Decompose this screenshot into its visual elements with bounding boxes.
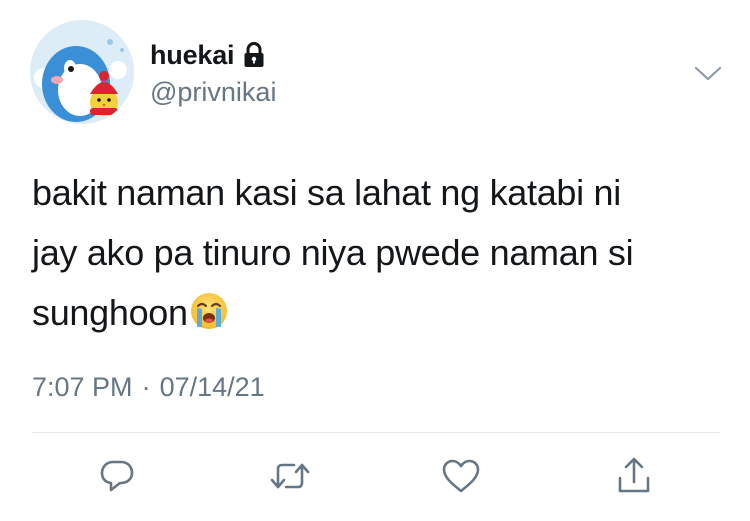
loudly-crying-face-icon	[189, 289, 229, 329]
tweet-date: 07/14/21	[159, 372, 265, 402]
divider	[32, 432, 720, 433]
tweet-text: bakit naman kasi sa lahat ng katabi ni j…	[32, 163, 722, 343]
action-bar	[0, 452, 750, 500]
tweet-card: huekai @privnikai bakit naman kasi sa la…	[0, 0, 750, 521]
tweet-text-line: jay ako pa tinuro niya pwede naman si	[32, 232, 634, 273]
lock-icon	[243, 42, 265, 68]
tweet-text-line: bakit naman kasi sa lahat ng katabi ni	[32, 172, 621, 213]
retweet-button[interactable]	[266, 452, 314, 500]
share-button[interactable]	[610, 452, 658, 500]
avatar-image	[30, 20, 134, 124]
display-name-row: huekai	[150, 38, 265, 72]
tweet-time: 7:07 PM	[32, 372, 133, 402]
share-icon	[618, 457, 650, 493]
reply-icon	[100, 460, 134, 492]
like-button[interactable]	[437, 452, 485, 500]
avatar[interactable]	[30, 20, 134, 124]
tweet-text-line: sunghoon	[32, 292, 188, 333]
display-name[interactable]: huekai	[150, 40, 235, 71]
tweet-text-line-last: sunghoon	[32, 283, 722, 343]
tweet-meta: 7:07 PM · 07/14/21	[32, 372, 265, 403]
meta-separator: ·	[141, 372, 151, 402]
like-icon	[442, 459, 480, 493]
user-handle[interactable]: @privnikai	[150, 77, 276, 108]
retweet-icon	[270, 463, 310, 489]
reply-button[interactable]	[93, 452, 141, 500]
chevron-down-icon[interactable]	[693, 62, 723, 86]
